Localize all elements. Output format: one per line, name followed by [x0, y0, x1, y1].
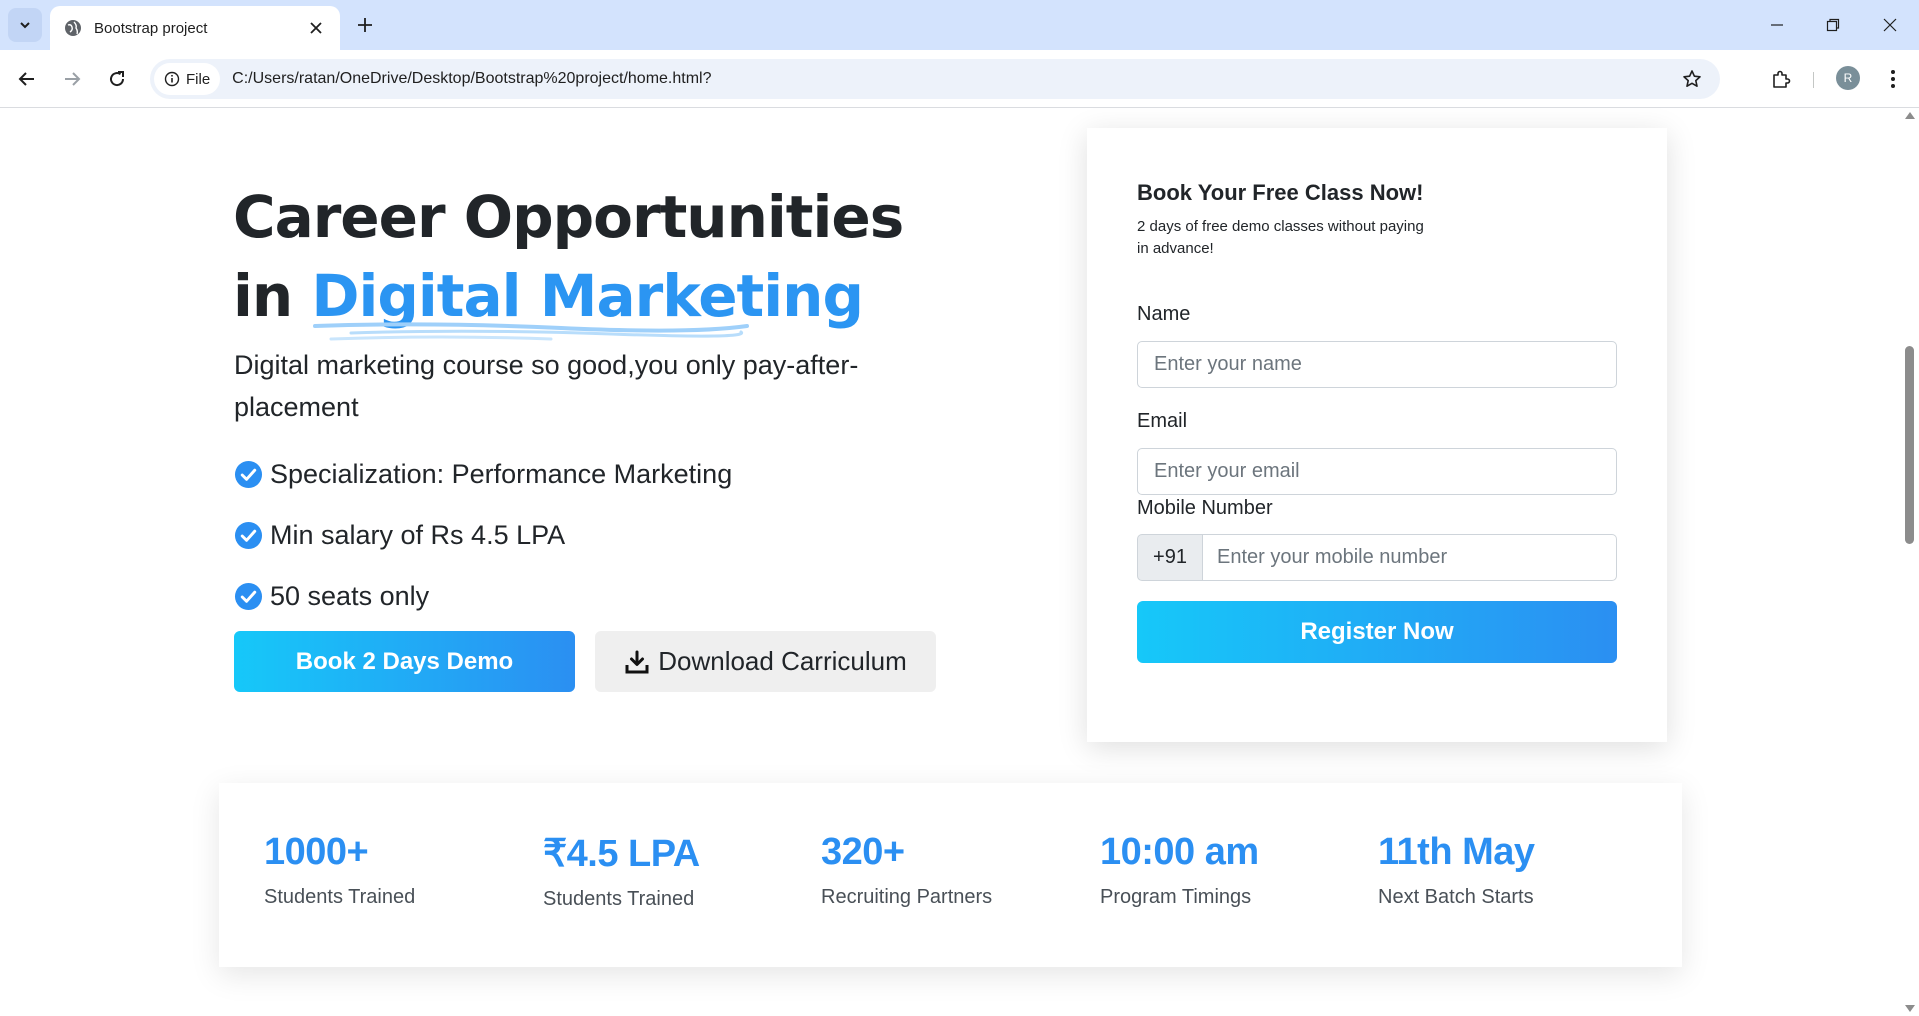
- stat-value: 11th May: [1378, 831, 1535, 873]
- download-curriculum-button[interactable]: Download Carriculum: [595, 631, 936, 692]
- form-title: Book Your Free Class Now!: [1137, 180, 1424, 205]
- page-viewport: Career Opportunities in Digital Marketin…: [0, 108, 1900, 1016]
- feature-list: Specialization: Performance Marketing Mi…: [234, 444, 732, 627]
- mobile-label: Mobile Number: [1137, 497, 1273, 519]
- tab-title: Bootstrap project: [94, 19, 208, 37]
- check-circle-icon: [234, 460, 263, 489]
- register-button[interactable]: Register Now: [1137, 601, 1617, 663]
- list-item: Min salary of Rs 4.5 LPA: [234, 505, 732, 566]
- stat-value: ₹4.5 LPA: [543, 833, 700, 875]
- scribble-underline-icon: [313, 322, 750, 341]
- plus-icon: [358, 18, 372, 32]
- arrow-left-icon: [18, 72, 34, 86]
- info-icon: [164, 71, 180, 87]
- email-label: Email: [1137, 410, 1188, 432]
- check-circle-icon: [234, 521, 263, 550]
- hero-title-accent: Digital Marketing: [311, 262, 864, 341]
- address-bar[interactable]: File C:/Users/ratan/OneDrive/Desktop/Boo…: [150, 59, 1720, 99]
- stat-label: Next Batch Starts: [1378, 886, 1534, 908]
- close-window-button[interactable]: [1875, 10, 1905, 40]
- hero-title: Career Opportunities in Digital Marketin…: [233, 178, 904, 341]
- feature-text: 50 seats only: [270, 581, 430, 611]
- extensions-button[interactable]: [1766, 64, 1796, 94]
- mobile-input-group: +91: [1137, 534, 1617, 581]
- form-description: 2 days of free demo classes without payi…: [1137, 218, 1424, 257]
- name-field[interactable]: [1137, 341, 1617, 388]
- stat-label: Students Trained: [543, 888, 695, 910]
- stat-value: 10:00 am: [1100, 831, 1259, 873]
- hero-title-line1: Career Opportunities: [233, 183, 904, 251]
- arrow-right-icon: [65, 72, 81, 86]
- stat-item: ₹4.5 LPA Students Trained: [543, 831, 700, 911]
- stat-item: 10:00 am Program Timings: [1100, 831, 1259, 909]
- stat-item: 1000+ Students Trained: [264, 831, 415, 909]
- tab-bootstrap-project[interactable]: Bootstrap project: [50, 6, 340, 50]
- restore-icon: [1826, 18, 1840, 32]
- stat-value: 1000+: [264, 831, 369, 873]
- scroll-up-arrow-icon[interactable]: [1905, 112, 1915, 119]
- feature-text: Min salary of Rs 4.5 LPA: [270, 520, 566, 550]
- book-demo-button[interactable]: Book 2 Days Demo: [234, 631, 575, 692]
- download-icon: [625, 650, 649, 673]
- minimize-button[interactable]: [1762, 10, 1792, 40]
- back-button[interactable]: [12, 64, 42, 94]
- download-curriculum-label: Download Carriculum: [658, 646, 907, 676]
- reload-icon: [110, 71, 125, 87]
- minimize-icon: [1771, 24, 1783, 26]
- url-text[interactable]: C:/Users/ratan/OneDrive/Desktop/Bootstra…: [232, 70, 711, 88]
- page-scrollbar[interactable]: [1900, 108, 1919, 1016]
- restore-button[interactable]: [1818, 10, 1848, 40]
- list-item: 50 seats only: [234, 566, 732, 627]
- feature-text: Specialization: Performance Marketing: [270, 459, 733, 489]
- new-tab-button[interactable]: [352, 12, 378, 38]
- scroll-down-arrow-icon[interactable]: [1905, 1005, 1915, 1012]
- close-tab-icon[interactable]: [306, 18, 326, 38]
- globe-icon: [65, 20, 81, 36]
- name-label: Name: [1137, 303, 1191, 325]
- site-info-chip[interactable]: File: [154, 63, 221, 95]
- mobile-field[interactable]: [1203, 534, 1617, 581]
- stat-item: 11th May Next Batch Starts: [1378, 831, 1535, 909]
- close-icon: [1883, 18, 1897, 32]
- scrollbar-thumb[interactable]: [1905, 346, 1914, 544]
- email-field[interactable]: [1137, 448, 1617, 495]
- stat-label: Program Timings: [1100, 886, 1252, 908]
- hero-title-in: in: [233, 262, 293, 330]
- more-vertical-icon: [1891, 70, 1895, 88]
- star-icon: [1683, 70, 1701, 87]
- profile-avatar[interactable]: R: [1836, 66, 1860, 90]
- tab-strip: Bootstrap project: [0, 0, 1919, 50]
- list-item: Specialization: Performance Marketing: [234, 444, 732, 505]
- bookmark-button[interactable]: [1680, 67, 1704, 91]
- reload-button[interactable]: [102, 64, 132, 94]
- registration-form-card: Book Your Free Class Now! 2 days of free…: [1087, 128, 1667, 742]
- hero-subtitle: Digital marketing course so good,you onl…: [234, 350, 859, 422]
- stat-value: 320+: [821, 831, 905, 873]
- tab-search-button[interactable]: [8, 8, 42, 42]
- site-info-label: File: [186, 70, 211, 88]
- toolbar-separator: [1813, 72, 1814, 88]
- chevron-down-icon: [20, 22, 30, 29]
- forward-button[interactable]: [57, 64, 87, 94]
- browser-menu-button[interactable]: [1878, 64, 1908, 94]
- stat-label: Recruiting Partners: [821, 886, 993, 908]
- puzzle-icon: [1773, 70, 1791, 88]
- stat-item: 320+ Recruiting Partners: [821, 831, 992, 909]
- check-circle-icon: [234, 582, 263, 611]
- stats-card: 1000+ Students Trained ₹4.5 LPA Students…: [219, 783, 1682, 967]
- stat-label: Students Trained: [264, 886, 416, 908]
- country-code-prefix: +91: [1137, 534, 1203, 581]
- browser-toolbar: File C:/Users/ratan/OneDrive/Desktop/Boo…: [0, 50, 1919, 108]
